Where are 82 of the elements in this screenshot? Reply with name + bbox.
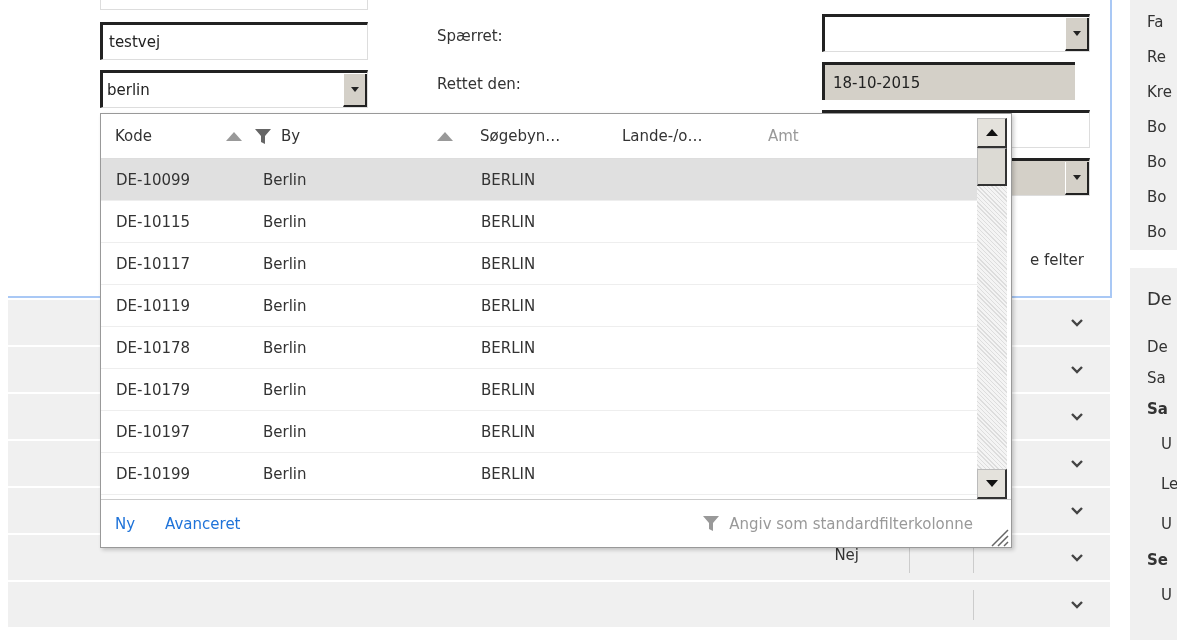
factbox-item: U — [1160, 585, 1173, 606]
table-cell-text: DE-10115 — [116, 212, 192, 231]
table-cell-text: Berlin — [263, 254, 308, 273]
factbox-item[interactable]: Bo — [1147, 185, 1177, 209]
factbox-item[interactable]: Bo — [1147, 115, 1177, 139]
table-cell-text: Berlin — [263, 170, 308, 189]
caret-icon — [1072, 30, 1081, 36]
scrollbar[interactable] — [977, 118, 1007, 499]
table-cell: BERLIN — [481, 296, 536, 315]
table-cell-text: DE-10179 — [116, 380, 192, 399]
table-cell: BERLIN — [481, 254, 536, 273]
column-header[interactable]: Søgebyn… — [473, 127, 622, 145]
table-cell-text: DE-10197 — [116, 422, 192, 441]
chevron-icon[interactable] — [1070, 553, 1084, 562]
date-field[interactable]: 18-10-2015 — [822, 62, 1075, 100]
table-cell-text: DE-10117 — [116, 254, 192, 273]
table-cell-text: Berlin — [263, 296, 308, 315]
lookup-row[interactable]: DE-10197 Berlin BERLIN — [101, 411, 977, 453]
city-combobox[interactable]: berlin — [100, 70, 368, 108]
factbox-item[interactable]: Kre — [1147, 80, 1177, 104]
table-cell-text: Berlin — [263, 338, 308, 357]
table-cell-text: Berlin — [263, 422, 308, 441]
factbox-item[interactable]: Bo — [1147, 150, 1177, 174]
filter-icon — [703, 516, 720, 531]
lookup-row[interactable]: DE-10179 Berlin BERLIN — [101, 369, 977, 411]
factbox-title: De — [1147, 287, 1173, 311]
lookup-row[interactable]: DE-10115 Berlin BERLIN — [101, 201, 977, 243]
table-cell: BERLIN — [481, 464, 536, 483]
factbox-item: Sa — [1147, 399, 1169, 420]
factbox-item: Se — [1147, 550, 1169, 571]
lookup-row[interactable]: DE-10178 Berlin BERLIN — [101, 327, 977, 369]
table-cell: BERLIN — [481, 212, 536, 231]
table-cell-text: DE-10119 — [116, 296, 192, 315]
table-cell-text: Berlin — [263, 212, 308, 231]
factbox-item: U — [1160, 514, 1173, 535]
filter-icon — [255, 128, 271, 144]
down-arrow-icon — [985, 480, 998, 487]
scroll-up-button[interactable] — [977, 118, 1007, 148]
factbox-item: U — [1160, 434, 1173, 455]
chevron-icon[interactable] — [1070, 459, 1084, 468]
dropdown-field[interactable] — [822, 14, 1090, 52]
scroll-thumb[interactable] — [977, 148, 1007, 186]
factbox-item[interactable]: Re — [1147, 45, 1177, 69]
dropdown-button[interactable] — [1065, 17, 1089, 51]
chevron-icon[interactable] — [1070, 600, 1084, 609]
column-header[interactable]: Lande-/o… — [622, 127, 768, 145]
table-cell: BERLIN — [481, 338, 536, 357]
chevron-icon[interactable] — [1070, 318, 1084, 327]
lookup-row[interactable]: DE-10119 Berlin BERLIN — [101, 285, 977, 327]
factbox-item: Le — [1160, 474, 1177, 495]
field-label: Rettet den: — [437, 74, 521, 95]
caret-icon — [350, 86, 359, 92]
table-cell: BERLIN — [481, 422, 536, 441]
factbox-item: Sa — [1147, 368, 1167, 389]
footer-link[interactable]: Avanceret — [165, 514, 241, 533]
scroll-down-button[interactable] — [977, 469, 1007, 499]
lookup-row[interactable]: DE-10117 Berlin BERLIN — [101, 243, 977, 285]
lookup-row[interactable]: DE-10199 Berlin BERLIN — [101, 453, 977, 495]
factbox-item: De — [1147, 337, 1169, 358]
table-cell-text: Berlin — [263, 464, 308, 483]
sort-ascending-icon — [437, 131, 453, 141]
sort-ascending-icon — [226, 131, 242, 141]
address-field[interactable]: testvej — [100, 22, 368, 60]
footer-link[interactable]: Ny — [115, 514, 136, 533]
chevron-icon[interactable] — [1070, 506, 1084, 515]
table-cell: BERLIN — [481, 170, 536, 189]
factbox-item[interactable]: Fa — [1147, 10, 1177, 34]
caret-icon — [1072, 174, 1081, 180]
table-cell: BERLIN — [481, 380, 536, 399]
lookup-row[interactable]: DE-10099 Berlin BERLIN — [101, 159, 977, 201]
chevron-icon[interactable] — [1070, 365, 1084, 374]
table-cell-text: Berlin — [263, 380, 308, 399]
table-cell-text: DE-10099 — [116, 170, 192, 189]
input-field[interactable] — [100, 0, 368, 10]
factbox-item[interactable]: Bo — [1147, 220, 1177, 244]
field-label: Spærret: — [437, 26, 503, 47]
up-arrow-icon — [985, 129, 998, 136]
chevron-icon[interactable] — [1070, 412, 1084, 421]
table-cell-text: DE-10178 — [116, 338, 192, 357]
dropdown-button[interactable] — [343, 73, 367, 107]
field-label: e felter — [1030, 250, 1085, 271]
table-cell-text: DE-10199 — [116, 464, 192, 483]
